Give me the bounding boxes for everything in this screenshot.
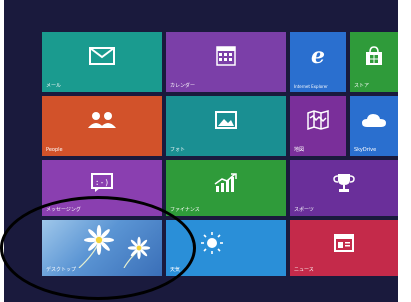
tile-people[interactable]: People [42,96,162,156]
internet-explorer-icon: e [307,43,329,71]
envelope-icon [89,47,115,69]
photo-icon [215,111,237,133]
tile-internet-explorer[interactable]: e Internet Explorer [290,32,346,92]
tile-label: メール [46,83,62,89]
tile-label: カレンダー [170,83,196,89]
svg-text:e: e [311,45,325,67]
trophy-icon [333,173,355,197]
people-icon [87,110,117,134]
tile-mail[interactable]: メール [42,32,162,92]
tile-label: Internet Explorer [294,84,328,89]
tile-sports[interactable]: スポーツ [290,160,398,216]
tile-label: SkyDrive [354,147,377,153]
tile-store[interactable]: ストア [350,32,398,92]
tile-label: ファイナンス [170,207,200,213]
tile-finance[interactable]: ファイナンス [166,160,286,216]
news-icon [334,233,354,256]
chart-up-icon [214,172,238,197]
start-screen: メール カレンダー e Internet Explorer ストア People… [4,0,398,302]
tile-label: ニュース [294,267,314,273]
tile-skydrive[interactable]: SkyDrive [350,96,398,156]
map-icon [307,110,329,134]
tile-label: スポーツ [294,207,314,213]
smiley-bubble-icon: :-) [91,172,113,197]
tile-weather[interactable]: 天気 [166,220,286,276]
tile-photos[interactable]: フォト [166,96,286,156]
tile-label: ストア [354,83,370,89]
tile-calendar[interactable]: カレンダー [166,32,286,92]
svg-text::-): :-) [95,178,109,187]
tile-label: フォト [170,147,186,153]
cloud-icon [361,112,387,132]
desktop-wallpaper-icon [69,224,159,272]
tile-label: 地図 [294,147,305,153]
tile-label: メッセージング [46,207,81,213]
store-bag-icon [365,46,383,70]
calendar-icon [216,46,236,70]
tile-label: People [46,147,63,153]
tile-messaging[interactable]: :-) メッセージング [42,160,162,216]
tile-maps[interactable]: 地図 [290,96,346,156]
sun-icon [200,231,224,259]
tile-desktop[interactable]: デスクトップ [42,220,162,276]
tile-label: デスクトップ [46,267,77,273]
tile-news[interactable]: ニュース [290,220,398,276]
tile-label: 天気 [170,267,181,273]
